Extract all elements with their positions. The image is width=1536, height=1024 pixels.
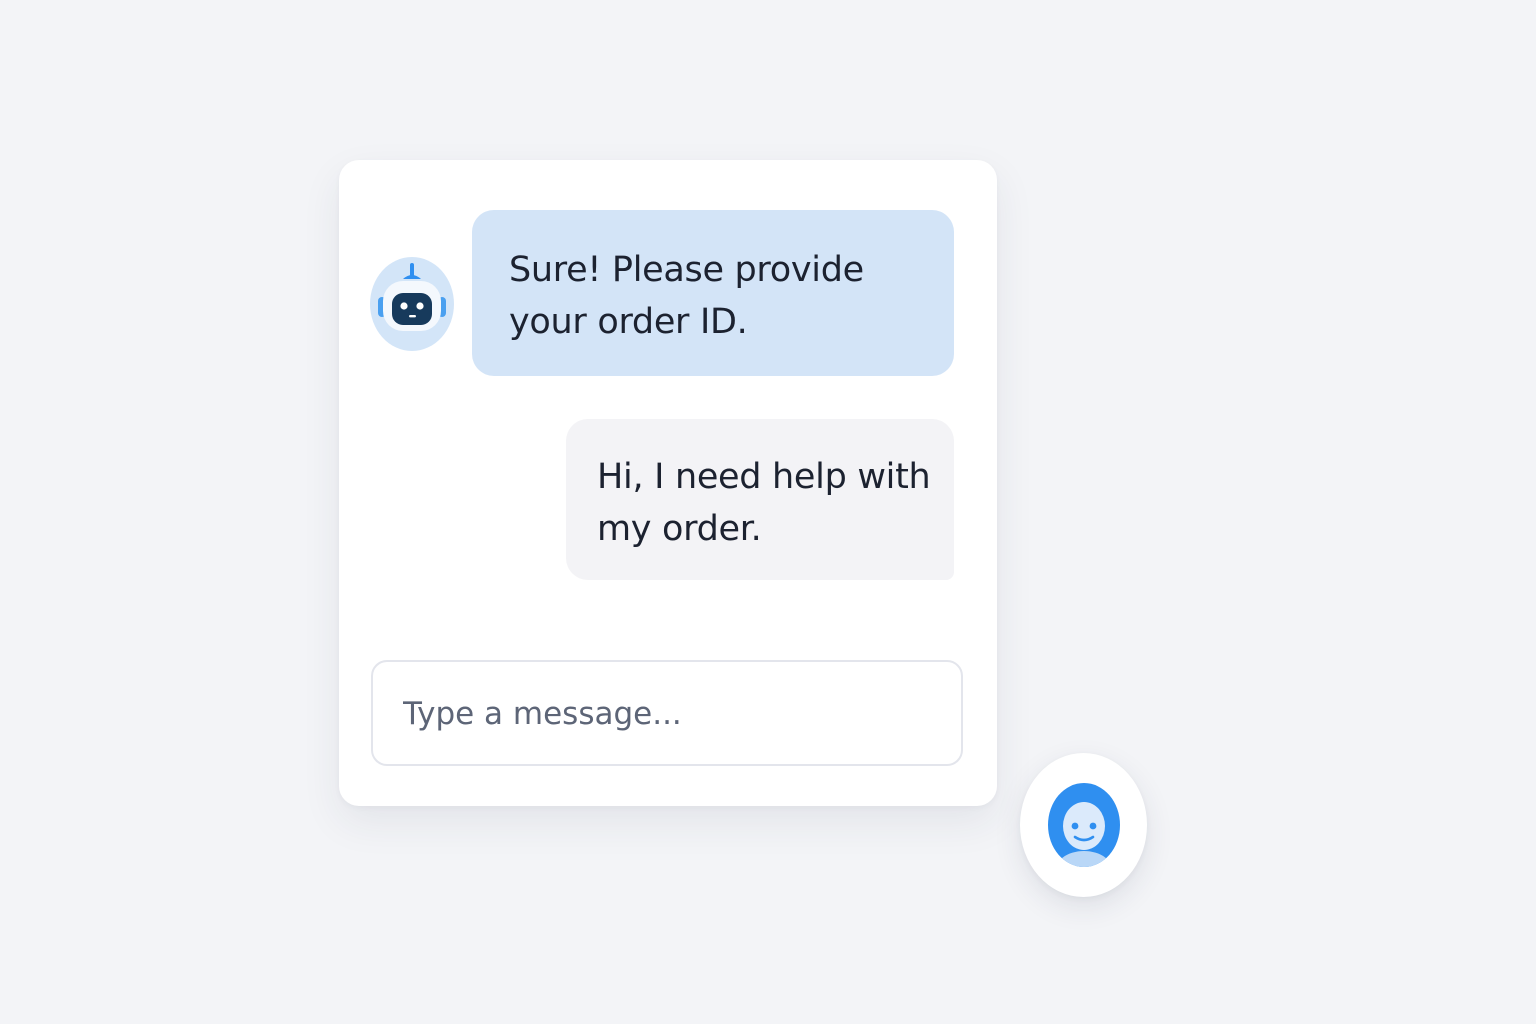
chat-window: Sure! Please provide your order ID. Hi, … <box>339 160 997 806</box>
chatbot-face-icon <box>1048 783 1120 867</box>
message-input-container <box>371 660 963 766</box>
chat-launcher-button[interactable] <box>1020 753 1147 897</box>
user-message-bubble: Hi, I need help with my order. <box>566 419 954 580</box>
robot-icon <box>378 263 446 331</box>
page: Sure! Please provide your order ID. Hi, … <box>0 0 1536 1024</box>
bot-message-bubble: Sure! Please provide your order ID. <box>472 210 954 376</box>
bot-avatar <box>370 257 454 351</box>
message-input[interactable] <box>403 686 933 742</box>
